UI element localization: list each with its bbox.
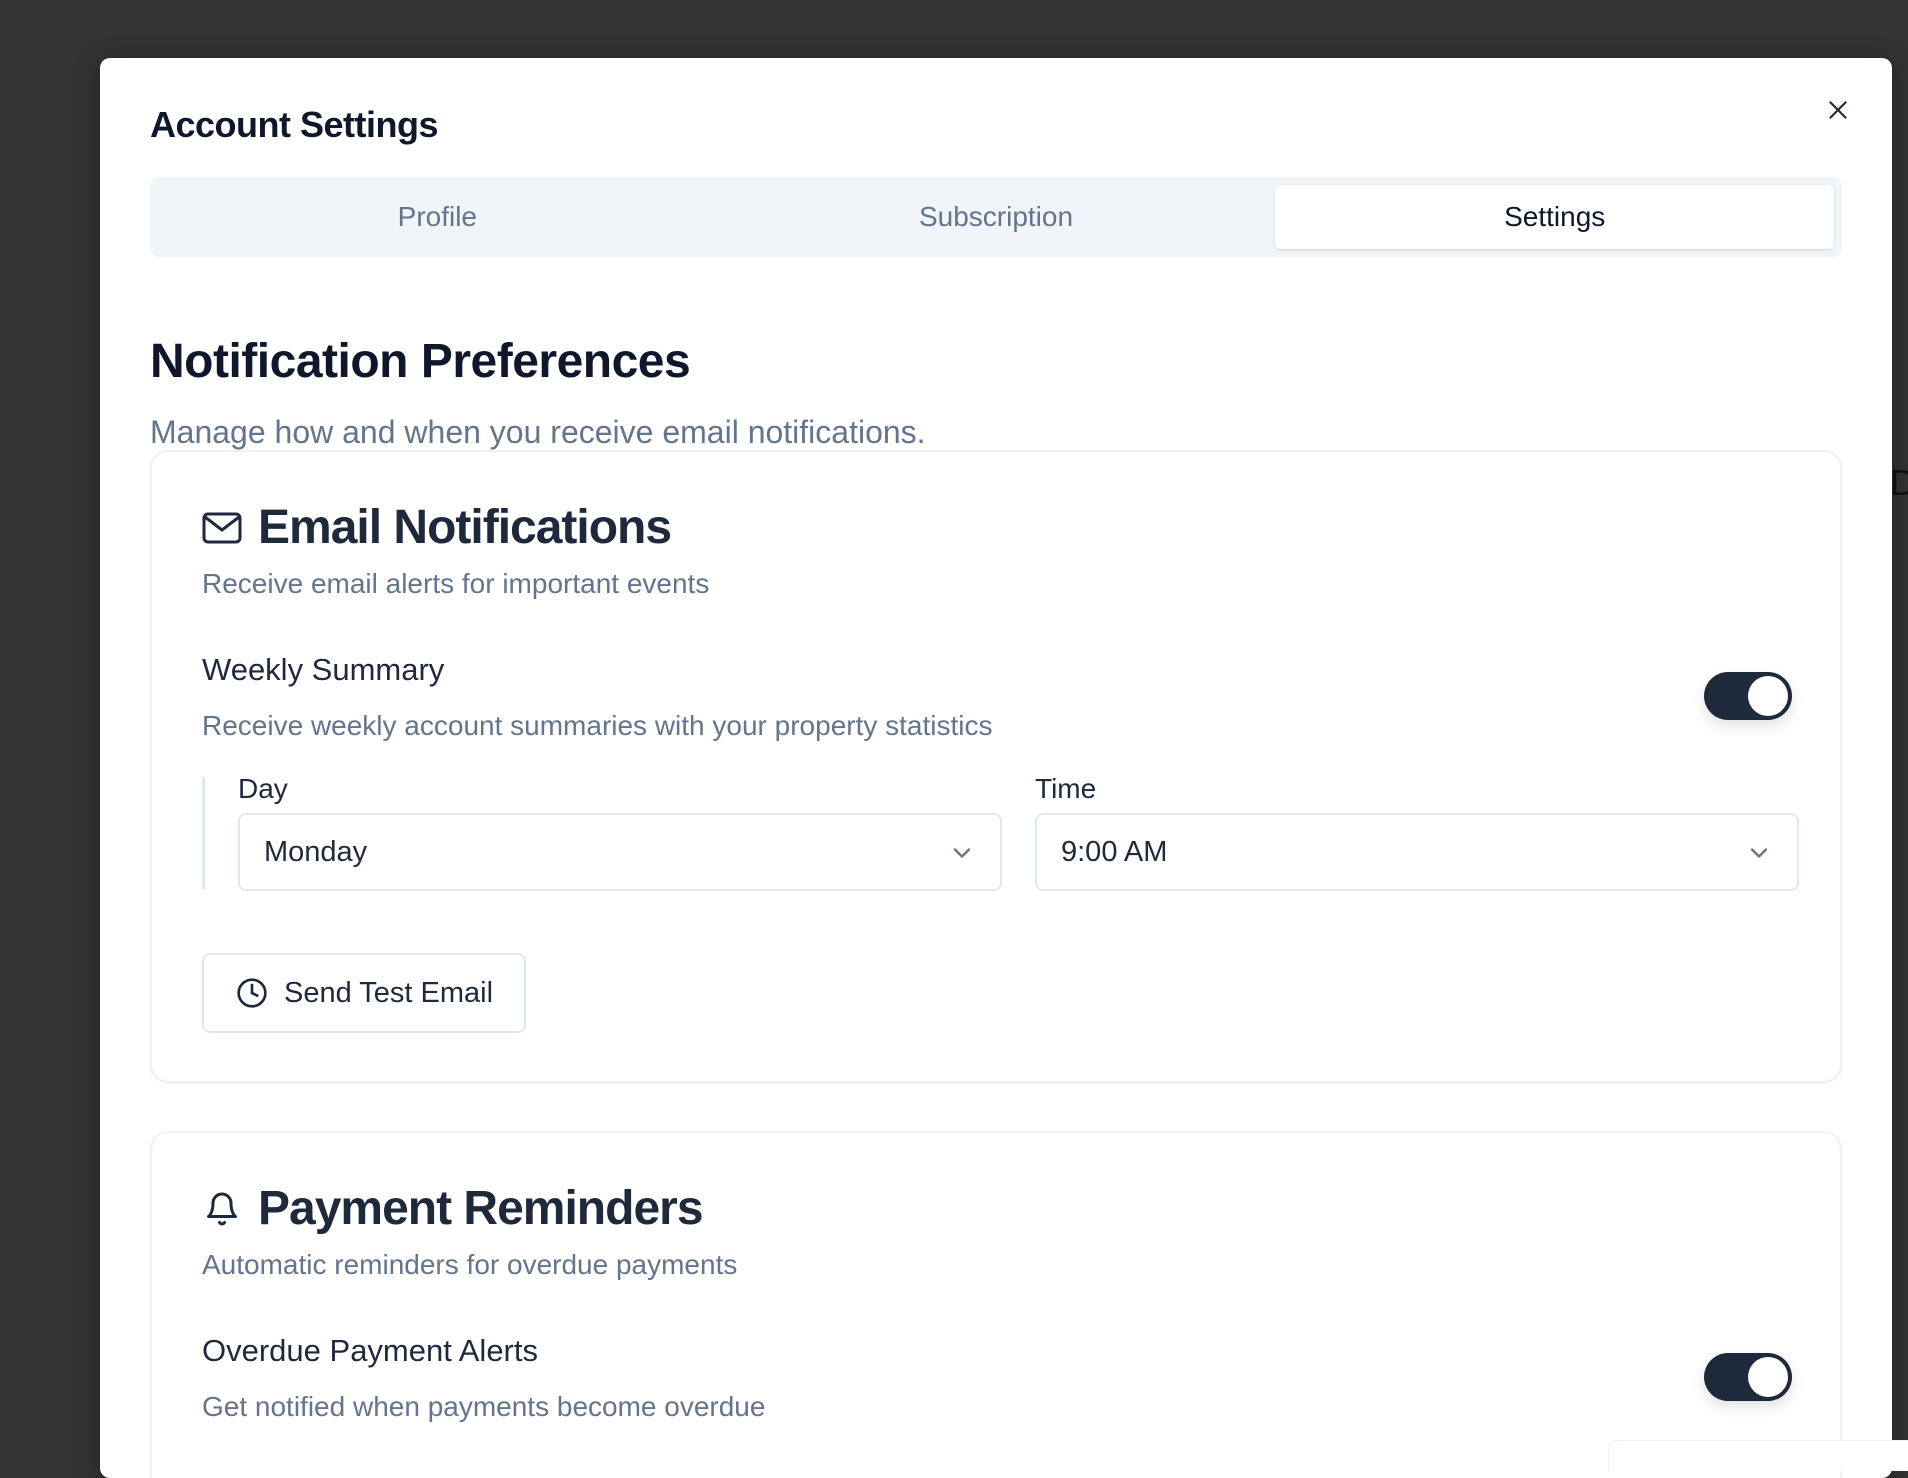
day-select[interactable]: Monday bbox=[238, 813, 1002, 891]
payment-card-title: Payment Reminders bbox=[258, 1182, 704, 1235]
modal-title: Account Settings bbox=[150, 104, 439, 145]
overdue-alerts-toggle[interactable] bbox=[1704, 1353, 1792, 1401]
chevron-down-icon bbox=[953, 848, 971, 858]
send-test-email-label: Send Test Email bbox=[284, 976, 494, 1009]
close-button[interactable] bbox=[1820, 92, 1856, 128]
tab-settings[interactable]: Settings bbox=[1275, 185, 1835, 249]
time-select-value: 9:00 AM bbox=[1061, 835, 1168, 868]
weekly-summary-title: Weekly Summary bbox=[202, 652, 445, 687]
payment-reminders-card: Payment Reminders Automatic reminders fo… bbox=[150, 1131, 1842, 1478]
chevron-down-icon bbox=[1750, 848, 1768, 858]
weekly-summary-toggle[interactable] bbox=[1704, 672, 1792, 720]
mail-icon bbox=[202, 508, 242, 548]
send-test-email-button[interactable]: Send Test Email bbox=[202, 953, 526, 1033]
background-corner-panel bbox=[1608, 1440, 1908, 1471]
day-label: Day bbox=[238, 773, 288, 804]
time-label: Time bbox=[1035, 773, 1097, 804]
section-title: Notification Preferences bbox=[150, 335, 691, 388]
weekly-summary-schedule: Day Monday Time 9:00 AM bbox=[202, 773, 1799, 891]
email-card-header: Email Notifications bbox=[202, 500, 672, 555]
overdue-alerts-description: Get notified when payments become overdu… bbox=[202, 1391, 766, 1422]
email-card-subtitle: Receive email alerts for important event… bbox=[202, 568, 710, 599]
payment-card-subtitle: Automatic reminders for overdue payments bbox=[202, 1249, 738, 1280]
tab-list: Profile Subscription Settings bbox=[150, 177, 1842, 257]
time-select[interactable]: 9:00 AM bbox=[1035, 813, 1799, 891]
email-card-title: Email Notifications bbox=[258, 501, 672, 554]
overdue-alerts-title: Overdue Payment Alerts bbox=[202, 1333, 538, 1368]
tab-profile[interactable]: Profile bbox=[158, 185, 717, 249]
section-description: Manage how and when you receive email no… bbox=[150, 414, 926, 450]
weekly-summary-description: Receive weekly account summaries with yo… bbox=[202, 710, 993, 741]
bell-icon bbox=[202, 1189, 242, 1229]
tab-subscription[interactable]: Subscription bbox=[717, 185, 1276, 249]
toggle-knob bbox=[1748, 1357, 1788, 1397]
payment-card-header: Payment Reminders bbox=[202, 1181, 704, 1236]
email-notifications-card: Email Notifications Receive email alerts… bbox=[150, 450, 1842, 1083]
background-text-fragment: D bbox=[1890, 462, 1908, 503]
clock-icon bbox=[236, 977, 268, 1009]
close-icon bbox=[1829, 101, 1847, 119]
day-select-value: Monday bbox=[264, 835, 368, 868]
toggle-knob bbox=[1748, 676, 1788, 716]
account-settings-modal: Account Settings Profile Subscription Se… bbox=[100, 58, 1892, 1478]
